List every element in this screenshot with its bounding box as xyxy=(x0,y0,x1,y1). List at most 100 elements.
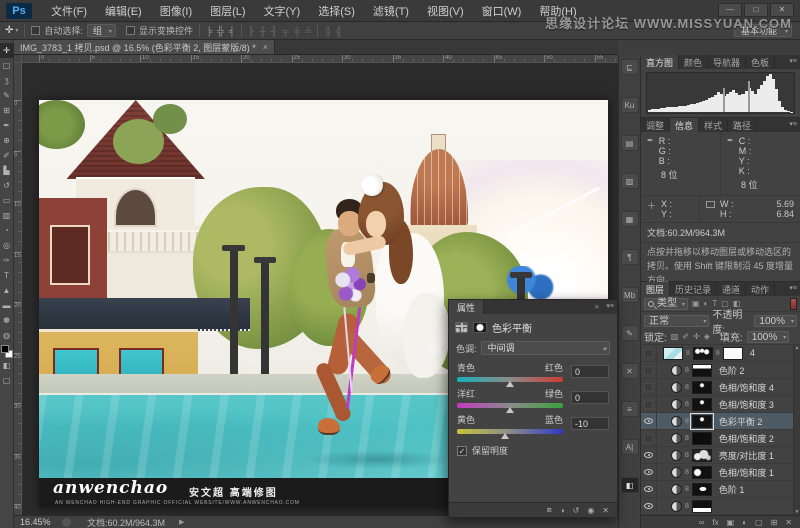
auto-select-dropdown[interactable]: 组 xyxy=(87,24,116,37)
layer-mask-thumbnail[interactable] xyxy=(692,466,712,479)
layer-visibility-toggle[interactable] xyxy=(641,396,657,412)
panel-menu-icon[interactable]: ▾≡ xyxy=(789,57,797,65)
info-tab-1[interactable]: 信息 xyxy=(670,118,699,132)
clip-to-layer-icon[interactable]: ⧈ xyxy=(547,505,552,515)
histogram-tab-2[interactable]: 导航器 xyxy=(708,55,746,69)
panel-menu-icon[interactable]: ▾≡ xyxy=(789,284,797,292)
clone-stamp-tool[interactable]: ▙ xyxy=(0,163,14,178)
layer-mask-thumbnail[interactable] xyxy=(692,415,712,428)
layer-row[interactable]: 8色相/饱和度 1 xyxy=(641,464,800,481)
distribute-left-icon[interactable]: ╤ xyxy=(282,26,288,36)
layer-row[interactable]: 884 xyxy=(641,345,800,362)
adjustment-layer-icon[interactable] xyxy=(671,450,682,461)
layers-tab-3[interactable]: 动作 xyxy=(746,282,775,296)
new-group-icon[interactable]: ▢ xyxy=(755,518,763,527)
link-layers-icon[interactable]: ∞ xyxy=(699,518,705,527)
slider-value-field[interactable]: 0 xyxy=(571,365,609,378)
info-tab-3[interactable]: 路径 xyxy=(728,118,757,132)
add-mask-icon[interactable]: ▣ xyxy=(727,518,735,527)
layer-mask-thumbnail[interactable] xyxy=(692,432,712,445)
distribute-bottom-icon[interactable]: ╢ xyxy=(271,26,277,36)
menu-item-4[interactable]: 文字(Y) xyxy=(255,3,310,19)
distribute-right-icon[interactable]: ╧ xyxy=(305,26,311,36)
zoom-tool[interactable]: ◍ xyxy=(0,328,14,343)
distribute-middle-icon[interactable]: ╫ xyxy=(260,26,266,36)
layer-visibility-toggle[interactable] xyxy=(641,379,657,395)
eyedropper-tool[interactable]: ✒ xyxy=(0,118,14,133)
adjustment-layer-icon[interactable] xyxy=(671,467,682,478)
slider-thumb[interactable] xyxy=(506,407,514,413)
menu-item-1[interactable]: 编辑(E) xyxy=(96,3,151,19)
menu-item-3[interactable]: 图层(L) xyxy=(201,3,254,19)
adjustment-layer-icon[interactable] xyxy=(671,433,682,444)
histogram-tab-0[interactable]: 直方图 xyxy=(641,55,679,69)
healing-brush-tool[interactable]: ⊕ xyxy=(0,133,14,148)
collapsed-panel-kuler-icon[interactable]: Ku xyxy=(621,97,639,113)
zoom-level-field[interactable]: 16.45% xyxy=(20,517,62,527)
layer-row[interactable]: 8色阶 1 xyxy=(641,481,800,498)
align-left-icon[interactable]: ╞ xyxy=(206,26,212,36)
slider-value-field[interactable]: -10 xyxy=(571,417,609,430)
reset-icon[interactable]: ↺ xyxy=(573,506,580,515)
collapsed-panel-properties-icon[interactable]: ◧ xyxy=(621,477,639,493)
layer-mask-thumbnail[interactable] xyxy=(692,449,712,462)
foreground-color-swatch[interactable] xyxy=(1,345,9,353)
history-brush-tool[interactable]: ↺ xyxy=(0,178,14,193)
layer-visibility-toggle[interactable] xyxy=(641,413,657,429)
layer-visibility-toggle[interactable] xyxy=(641,498,657,514)
opacity-dropdown[interactable]: 100% xyxy=(754,315,797,327)
panel-menu-icon[interactable]: ▾≡ xyxy=(606,302,614,310)
collapsed-panel-measurement-log-icon[interactable]: Mb xyxy=(621,287,639,303)
shape-tool[interactable]: ▬ xyxy=(0,298,14,313)
adjustment-layer-icon[interactable] xyxy=(671,501,682,512)
move-tool[interactable]: ✛ xyxy=(0,43,14,58)
type-tool[interactable]: T xyxy=(0,268,14,283)
layer-visibility-toggle[interactable] xyxy=(641,481,657,497)
slider-thumb[interactable] xyxy=(501,433,509,439)
tool-preset-caret-icon[interactable]: ▾ xyxy=(15,27,18,34)
menu-item-2[interactable]: 图像(I) xyxy=(151,3,201,19)
color-swatches[interactable] xyxy=(1,345,13,358)
layer-mask-thumbnail[interactable] xyxy=(692,381,712,394)
visibility-icon[interactable]: ◉ xyxy=(587,506,594,515)
fill-dropdown[interactable]: 100% xyxy=(747,331,790,343)
path-selection-tool[interactable]: ▲ xyxy=(0,283,14,298)
layer-row[interactable]: 8色彩平衡 2 xyxy=(641,413,800,430)
lock-paint-icon[interactable]: ✐ xyxy=(682,332,689,341)
adjustment-layer-icon[interactable] xyxy=(671,484,682,495)
layers-tab-2[interactable]: 通道 xyxy=(717,282,746,296)
slider-track[interactable] xyxy=(457,403,563,408)
layer-visibility-toggle[interactable] xyxy=(641,345,657,361)
blur-tool[interactable]: ◔ xyxy=(0,223,14,238)
filter-type-dropdown[interactable]: 类型 xyxy=(644,298,688,310)
filter-adjustment-icon[interactable]: ◐ xyxy=(704,299,709,308)
collapsed-panel-styles-icon[interactable]: ▨ xyxy=(621,173,639,189)
adjustment-layer-icon[interactable] xyxy=(671,382,682,393)
histogram-tab-3[interactable]: 色板 xyxy=(746,55,775,69)
distribute-center-icon[interactable]: ╪ xyxy=(294,26,300,36)
menu-item-0[interactable]: 文件(F) xyxy=(42,3,96,19)
histogram-tab-1[interactable]: 颜色 xyxy=(679,55,708,69)
layer-visibility-toggle[interactable] xyxy=(641,430,657,446)
layer-mask-thumbnail[interactable] xyxy=(692,500,712,513)
filter-toggle-switch[interactable] xyxy=(790,298,797,310)
auto-align-icon[interactable]: ╠ xyxy=(324,26,330,36)
layer-image-thumbnail[interactable] xyxy=(663,347,683,360)
menu-item-7[interactable]: 视图(V) xyxy=(418,3,473,19)
layers-scrollbar[interactable]: ▲▼ xyxy=(793,345,800,515)
lock-transparency-icon[interactable]: ▨ xyxy=(671,332,679,341)
eraser-tool[interactable]: ▭ xyxy=(0,193,14,208)
layer-mask-thumbnail[interactable] xyxy=(692,398,712,411)
delete-adjustment-icon[interactable]: ✕ xyxy=(602,506,609,515)
collapse-panel-icon[interactable]: » xyxy=(595,302,599,311)
screen-mode-button[interactable]: ▢ xyxy=(0,373,14,388)
previous-state-icon[interactable]: ◑ xyxy=(560,506,565,515)
document-tab[interactable]: IMG_3783_1 拷贝.psd @ 16.5% (色彩平衡 2, 图层蒙版/… xyxy=(14,40,275,54)
crop-tool[interactable]: ⊞ xyxy=(0,103,14,118)
filter-pixel-icon[interactable]: ▣ xyxy=(692,299,700,308)
collapsed-panel-timeline-icon[interactable]: ▦ xyxy=(621,211,639,227)
panel-menu-icon[interactable]: ▾≡ xyxy=(789,120,797,128)
dodge-tool[interactable]: ◎ xyxy=(0,238,14,253)
adjustment-layer-icon[interactable] xyxy=(671,399,682,410)
quick-selection-tool[interactable]: ✎ xyxy=(0,88,14,103)
